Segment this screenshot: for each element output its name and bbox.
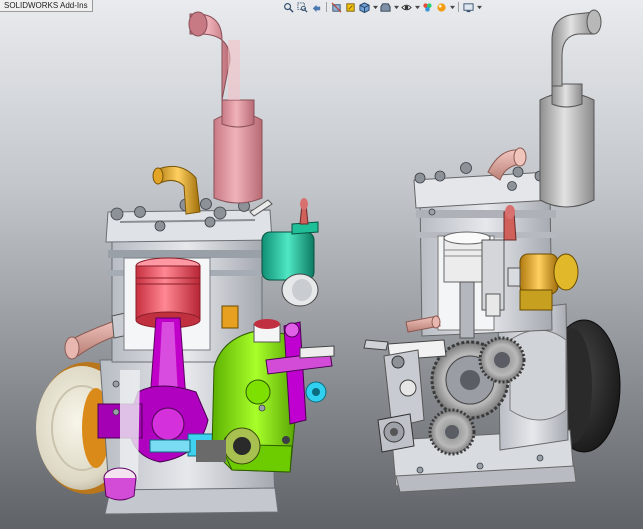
graphics-area[interactable]: SOLIDWORKS Add-Ins [0,0,643,529]
right-engine-assembly [363,9,621,493]
left-engine-assembly [36,11,335,515]
model-scene [36,9,621,515]
